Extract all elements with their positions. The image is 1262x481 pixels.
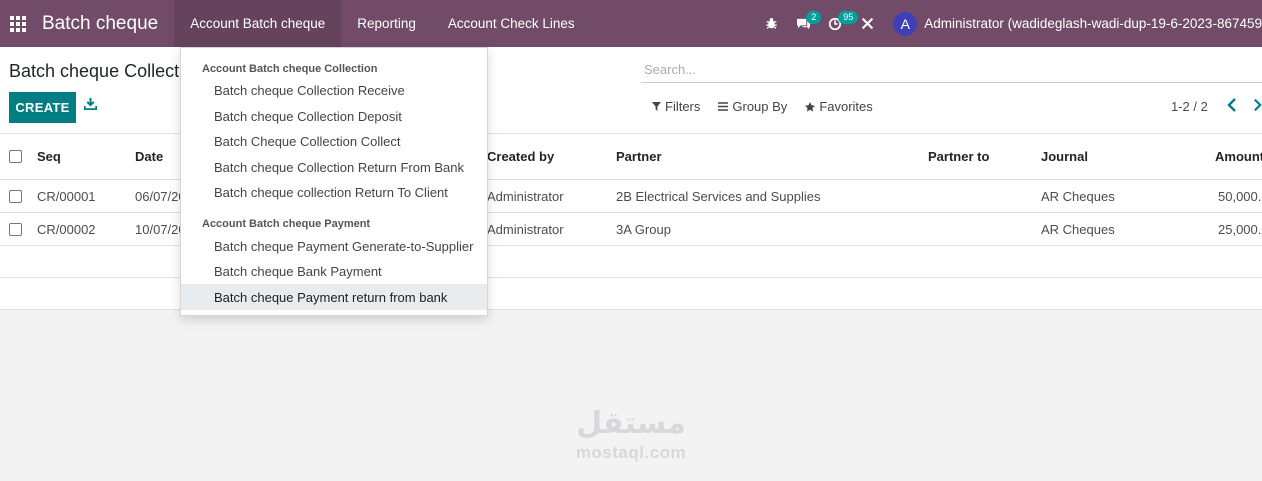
column-amount[interactable]: Amount	[1215, 149, 1262, 164]
dropdown-section-payment: Account Batch cheque Payment	[202, 218, 371, 230]
column-date[interactable]: Date	[135, 149, 163, 164]
dropdown-item-collection-deposit[interactable]: Batch cheque Collection Deposit	[181, 103, 487, 129]
watermark-latin: mostaql.com	[575, 443, 687, 462]
activities-clock-icon[interactable]: 95	[819, 0, 859, 47]
filter-icon	[652, 102, 661, 111]
dropdown-item-payment-return-from-bank[interactable]: Batch cheque Payment return from bank	[181, 284, 487, 310]
cell-journal: AR Cheques	[1041, 222, 1115, 237]
dropdown-item-collection-return-from-bank[interactable]: Batch cheque Collection Return From Bank	[181, 154, 487, 180]
cell-seq: CR/00001	[37, 189, 96, 204]
dropdown-section-collection: Account Batch cheque Collection	[202, 63, 378, 75]
group-by-button[interactable]: Group By	[718, 99, 787, 114]
systray: 2 95 A Administrator (wadideglash-wadi-d…	[755, 0, 1262, 47]
dropdown-item-collection-collect[interactable]: Batch Cheque Collection Collect	[181, 128, 487, 154]
cell-amount: 25,000.00	[1218, 222, 1262, 237]
column-partner-to[interactable]: Partner to	[928, 149, 989, 164]
user-name: Administrator (wadideglash-wadi-dup-19-6…	[924, 16, 1262, 31]
select-all-checkbox[interactable]	[9, 150, 22, 163]
account-batch-cheque-dropdown: Account Batch cheque Collection Batch ch…	[180, 47, 488, 316]
pager-next-icon[interactable]	[1253, 98, 1262, 114]
page-title: Batch cheque Collection	[9, 61, 204, 81]
cell-partner: 3A Group	[616, 222, 671, 237]
group-by-label: Group By	[732, 99, 788, 114]
favorites-label: Favorites	[819, 99, 873, 114]
bug-icon[interactable]	[755, 0, 787, 47]
column-seq[interactable]: Seq	[37, 149, 61, 164]
dropdown-item-payment-generate-to-supplier[interactable]: Batch cheque Payment Generate-to-Supplie…	[181, 233, 487, 259]
cell-seq: CR/00002	[37, 222, 96, 237]
row-checkbox[interactable]	[9, 223, 22, 236]
cell-partner: 2B Electrical Services and Supplies	[616, 189, 821, 204]
row-checkbox[interactable]	[9, 190, 22, 203]
main-menu: Account Batch cheque Reporting Account C…	[174, 0, 590, 47]
pager-value[interactable]: 1-2 / 2	[1171, 99, 1208, 114]
cell-created-by: Administrator	[487, 189, 564, 204]
dropdown-item-collection-return-to-client[interactable]: Batch cheque collection Return To Client	[181, 179, 487, 205]
dropdown-item-bank-payment[interactable]: Batch cheque Bank Payment	[181, 258, 487, 284]
tools-icon[interactable]	[851, 0, 883, 47]
mostaql-watermark: مستقل mostaql.com	[566, 405, 696, 463]
cell-journal: AR Cheques	[1041, 189, 1115, 204]
app-title[interactable]: Batch cheque	[36, 13, 174, 35]
column-created-by[interactable]: Created by	[487, 149, 554, 164]
user-menu[interactable]: A Administrator (wadideglash-wadi-dup-19…	[893, 11, 1262, 36]
list-icon	[718, 102, 729, 111]
avatar: A	[893, 11, 918, 36]
messages-icon[interactable]: 2	[787, 0, 822, 47]
cell-amount: 50,000.00	[1218, 189, 1262, 204]
filters-button[interactable]: Filters	[652, 99, 700, 114]
search-options: Filters Group By Favorites	[652, 99, 891, 114]
dropdown-item-collection-receive[interactable]: Batch cheque Collection Receive	[181, 77, 487, 103]
menu-reporting[interactable]: Reporting	[341, 0, 432, 47]
apps-menu-icon[interactable]	[0, 0, 36, 47]
favorites-button[interactable]: Favorites	[805, 99, 873, 114]
download-icon[interactable]	[83, 97, 100, 115]
star-icon	[805, 101, 816, 112]
cell-created-by: Administrator	[487, 222, 564, 237]
search-input[interactable]: Search...	[641, 59, 1262, 83]
menu-account-batch-cheque[interactable]: Account Batch cheque	[174, 0, 342, 47]
create-button[interactable]: CREATE	[9, 92, 76, 123]
watermark-arabic: مستقل	[576, 406, 686, 441]
filters-label: Filters	[665, 99, 701, 114]
pager-previous-icon[interactable]	[1227, 98, 1241, 114]
column-journal[interactable]: Journal	[1041, 149, 1088, 164]
top-navbar: Batch cheque Account Batch cheque Report…	[0, 0, 1262, 47]
column-partner[interactable]: Partner	[616, 149, 662, 164]
menu-account-check-lines[interactable]: Account Check Lines	[432, 0, 591, 47]
